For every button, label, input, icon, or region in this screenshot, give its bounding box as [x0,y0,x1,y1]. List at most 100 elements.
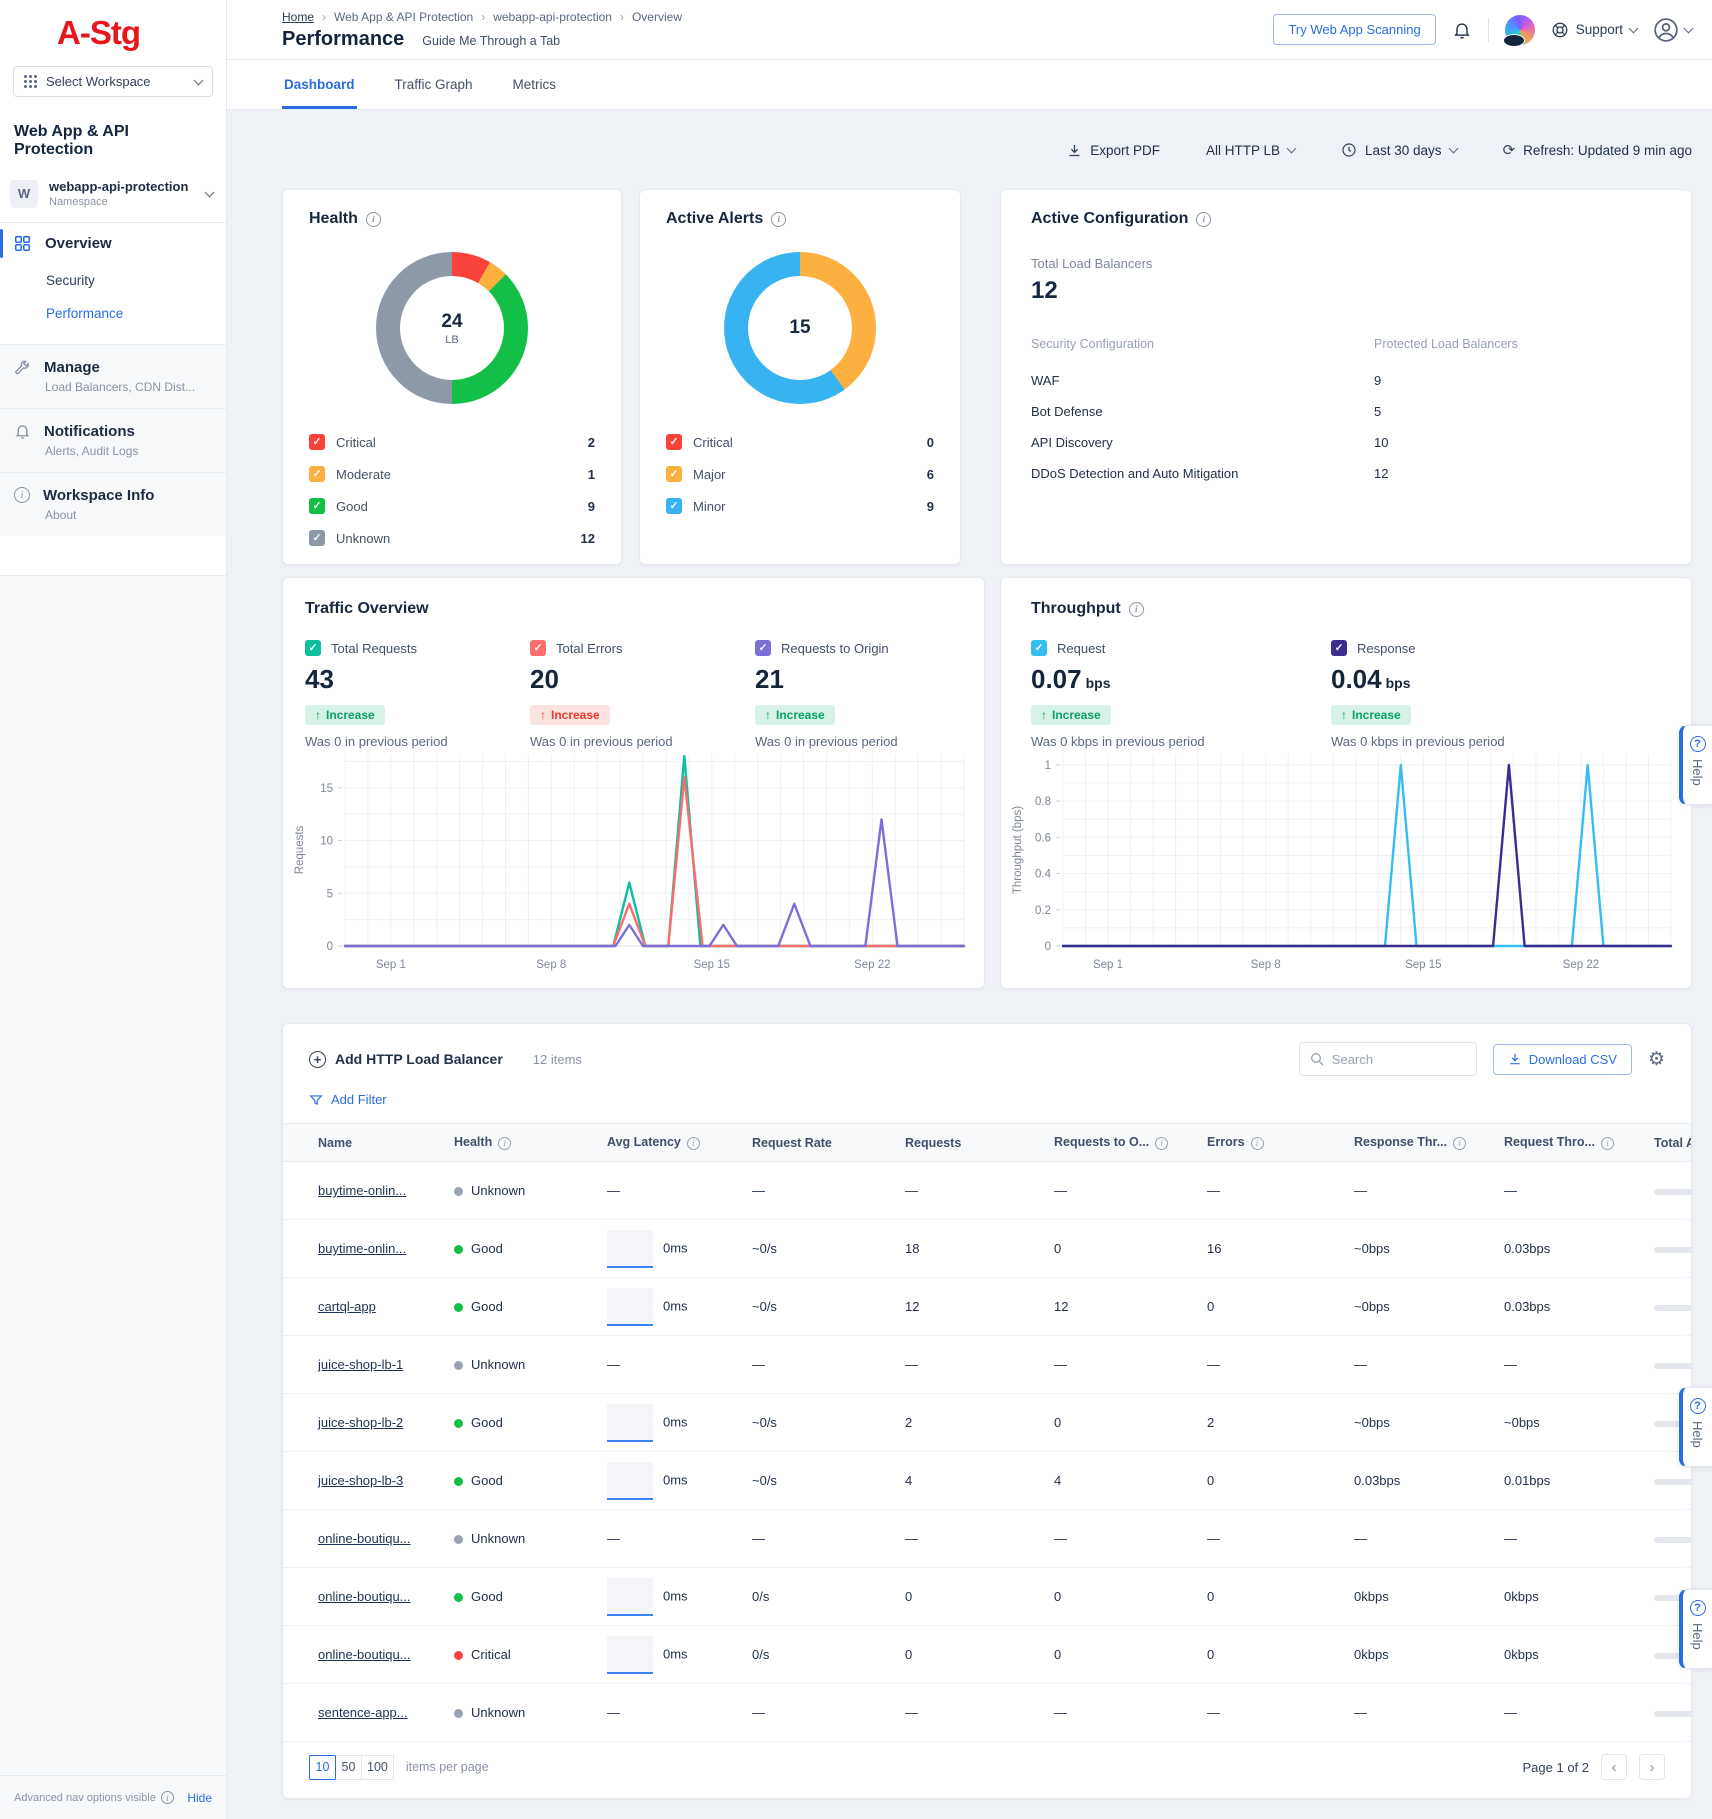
info-icon[interactable]: i [1129,602,1144,617]
lb-name-link[interactable]: buytime-onlin... [318,1241,406,1256]
checkbox[interactable] [666,498,682,514]
alerts-skeleton [1654,1363,1692,1369]
table-row[interactable]: buytime-onlin...Good0ms~0/s18016~0bps0.0… [283,1220,1692,1278]
lb-name-link[interactable]: online-boutiqu... [318,1531,411,1546]
lb-name-link[interactable]: online-boutiqu... [318,1647,411,1662]
lb-name-link[interactable]: online-boutiqu... [318,1589,411,1604]
chevron-down-icon [205,187,215,197]
checkbox[interactable] [309,466,325,482]
checkbox[interactable] [1031,640,1047,656]
namespace-selector[interactable]: W webapp-api-protection Namespace [10,179,213,208]
table-row[interactable]: juice-shop-lb-3Good0ms~0/s4400.03bps0.01… [283,1452,1692,1510]
breadcrumb-home[interactable]: Home [282,10,314,24]
breadcrumb-item[interactable]: Web App & API Protection [334,10,473,24]
sidebar-item-security[interactable]: Security [0,264,226,297]
support-menu[interactable]: Support [1551,21,1637,39]
col-avg-latency[interactable]: Avg Latencyi [597,1124,742,1162]
add-http-lb-button[interactable]: + Add HTTP Load Balancer [309,1051,503,1068]
checkbox[interactable] [755,640,771,656]
legend-item[interactable]: Unknown12 [309,522,595,554]
bell-icon[interactable] [1452,20,1472,40]
table-row[interactable]: sentence-app...Unknown——————— [283,1684,1692,1742]
prev-page-button[interactable]: ‹ [1601,1754,1627,1780]
sidebar-item-notifications[interactable]: Notifications Alerts, Audit Logs [0,408,226,472]
help-tab[interactable]: ? Help [1679,1387,1712,1467]
time-range-dropdown[interactable]: Last 30 days [1341,142,1457,158]
col-response-thr[interactable]: Response Thr...i [1344,1124,1494,1162]
question-icon: ? [1690,1398,1706,1414]
add-filter-button[interactable]: Add Filter [309,1092,1691,1107]
export-pdf-button[interactable]: Export PDF [1067,143,1160,158]
workspace-selector[interactable]: Select Workspace [13,66,213,97]
col-name[interactable]: Name [283,1124,444,1162]
checkbox[interactable] [666,466,682,482]
lb-name-link[interactable]: buytime-onlin... [318,1183,406,1198]
legend-item[interactable]: Moderate1 [309,458,595,490]
workspace-selector-label: Select Workspace [46,74,186,89]
checkbox[interactable] [305,640,321,656]
tab-dashboard[interactable]: Dashboard [282,77,357,109]
tab-metrics[interactable]: Metrics [511,77,559,109]
legend-item[interactable]: Minor9 [666,490,934,522]
table-row[interactable]: juice-shop-lb-2Good0ms~0/s202~0bps~0bps [283,1394,1692,1452]
download-csv-button[interactable]: Download CSV [1493,1044,1632,1075]
info-icon[interactable]: i [771,212,786,227]
help-tab[interactable]: ? Help [1679,725,1712,805]
lb-name-link[interactable]: juice-shop-lb-3 [318,1473,403,1488]
help-tab[interactable]: ? Help [1679,1589,1712,1669]
breadcrumb-item[interactable]: webapp-api-protection [493,10,612,24]
col-request-rate[interactable]: Request Rate [742,1124,895,1162]
sidebar-item-workspace-info[interactable]: i Workspace Info About [0,472,226,536]
col-total-ale[interactable]: Total Ale [1644,1124,1692,1162]
hide-nav-button[interactable]: Hide [187,1791,212,1805]
account-menu[interactable] [1653,17,1692,43]
search-input[interactable] [1299,1042,1477,1076]
lb-filter-dropdown[interactable]: All HTTP LB [1206,143,1295,158]
col-health[interactable]: Healthi [444,1124,597,1162]
col-requests[interactable]: Requests [895,1124,1044,1162]
table-row[interactable]: cartql-appGood0ms~0/s12120~0bps0.03bps [283,1278,1692,1336]
checkbox[interactable] [309,434,325,450]
checkbox[interactable] [666,434,682,450]
legend-item[interactable]: Critical0 [666,426,934,458]
legend-item[interactable]: Major6 [666,458,934,490]
support-label: Support [1576,22,1623,37]
sidebar-item-manage[interactable]: Manage Load Balancers, CDN Dist... [0,344,226,408]
page-size-10[interactable]: 10 [309,1755,336,1780]
checkbox[interactable] [309,530,325,546]
card-title: Throughput [1031,600,1121,618]
info-icon[interactable]: i [1196,212,1211,227]
gear-icon[interactable]: ⚙ [1648,1048,1665,1071]
sidebar-item-label: Manage [44,359,100,376]
info-icon[interactable]: i [366,212,381,227]
col-request-thro[interactable]: Request Thro...i [1494,1124,1644,1162]
health-dot [454,1535,463,1544]
sidebar-item-overview[interactable]: Overview [0,223,226,264]
checkbox[interactable] [530,640,546,656]
legend-item[interactable]: Critical2 [309,426,595,458]
table-row[interactable]: online-boutiqu...Good0ms0/s0000kbps0kbps [283,1568,1692,1626]
page-size-50[interactable]: 50 [335,1755,362,1780]
lb-name-link[interactable]: sentence-app... [318,1705,408,1720]
lb-name-link[interactable]: cartql-app [318,1299,376,1314]
checkbox[interactable] [309,498,325,514]
try-web-app-scanning-button[interactable]: Try Web App Scanning [1273,14,1435,45]
next-page-button[interactable]: › [1639,1754,1665,1780]
table-pagination: 10 50 100 items per page Page 1 of 2 ‹ › [283,1736,1691,1798]
table-row[interactable]: juice-shop-lb-1Unknown——————— [283,1336,1692,1394]
checkbox[interactable] [1331,640,1347,656]
table-row[interactable]: online-boutiqu...Critical0ms0/s0000kbps0… [283,1626,1692,1684]
table-row[interactable]: buytime-onlin...Unknown——————— [283,1162,1692,1220]
refresh-button[interactable]: ⟳ Refresh: Updated 9 min ago [1503,141,1692,159]
sidebar-item-performance[interactable]: Performance [0,297,226,330]
tab-traffic-graph[interactable]: Traffic Graph [393,77,475,109]
col-errors[interactable]: Errorsi [1197,1124,1344,1162]
lb-name-link[interactable]: juice-shop-lb-2 [318,1415,403,1430]
guide-me-link[interactable]: Guide Me Through a Tab [422,34,560,48]
table-row[interactable]: online-boutiqu...Unknown——————— [283,1510,1692,1568]
legend-item[interactable]: Good9 [309,490,595,522]
tenant-avatar[interactable] [1505,15,1535,45]
page-size-100[interactable]: 100 [361,1755,394,1780]
col-requests-to-o[interactable]: Requests to O...i [1044,1124,1197,1162]
lb-name-link[interactable]: juice-shop-lb-1 [318,1357,403,1372]
